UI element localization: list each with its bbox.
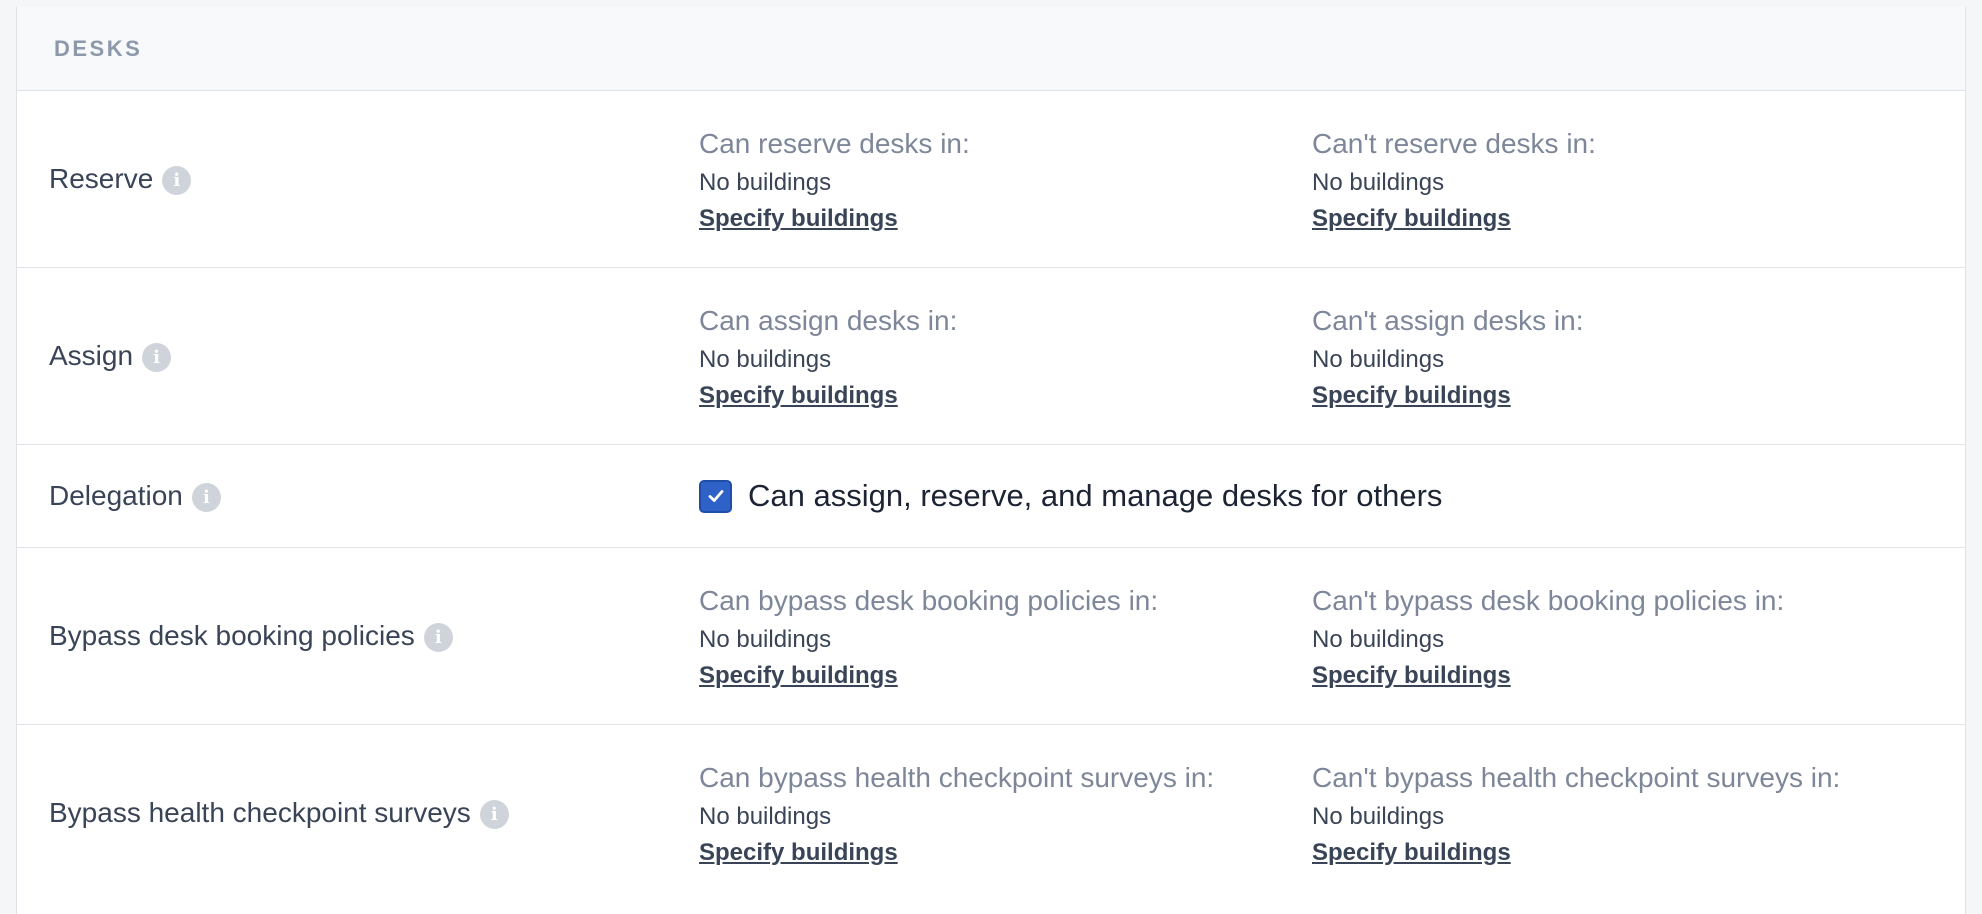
row-label-reserve: Reserve — [49, 163, 154, 194]
delegation-checkbox[interactable] — [699, 479, 732, 513]
cant-heading: Can't reserve desks in: — [1312, 128, 1596, 159]
cant-column: Can't bypass health checkpoint surveys i… — [1312, 761, 1840, 868]
info-icon[interactable]: i — [191, 483, 221, 512]
permission-row-assign: Assign i Can assign desks in: No buildin… — [17, 268, 1965, 445]
info-icon[interactable]: i — [479, 799, 509, 829]
can-heading: Can bypass desk booking policies in: — [699, 585, 1159, 616]
delegation-checkbox-control[interactable]: Can assign, reserve, and manage desks fo… — [699, 478, 1442, 514]
info-icon[interactable]: i — [142, 343, 172, 372]
permission-row-reserve: Reserve i Can reserve desks in: No build… — [17, 91, 1965, 268]
section-title: DESKS — [54, 35, 143, 61]
specify-buildings-link[interactable]: Specify buildings — [699, 381, 898, 411]
desks-permissions-panel: DESKS Reserve i Can reserve desks in: No… — [16, 7, 1966, 914]
specify-buildings-link[interactable]: Specify buildings — [1312, 381, 1511, 411]
row-label-container: Assign i — [49, 340, 172, 372]
specify-buildings-link[interactable]: Specify buildings — [699, 204, 898, 234]
specify-buildings-link[interactable]: Specify buildings — [1312, 204, 1511, 234]
specify-buildings-link[interactable]: Specify buildings — [1312, 838, 1511, 868]
cant-column: Can't reserve desks in: No buildings Spe… — [1312, 127, 1596, 234]
row-label-container: Delegation i — [49, 480, 221, 512]
can-value: No buildings — [699, 346, 832, 373]
can-column: Can bypass health checkpoint surveys in:… — [699, 761, 1214, 868]
cant-heading: Can't assign desks in: — [1312, 305, 1584, 336]
row-label-container: Reserve i — [49, 163, 192, 195]
row-label-assign: Assign — [49, 340, 134, 371]
can-column: Can bypass desk booking policies in: No … — [699, 584, 1158, 691]
section-header: DESKS — [17, 7, 1965, 91]
permission-row-bypass-health-checkpoint: Bypass health checkpoint surveys i Can b… — [17, 725, 1965, 900]
info-icon[interactable]: i — [423, 623, 453, 652]
can-value: No buildings — [699, 626, 832, 653]
cant-value: No buildings — [1312, 803, 1445, 830]
can-value: No buildings — [699, 803, 832, 830]
specify-buildings-link[interactable]: Specify buildings — [1312, 661, 1511, 691]
cant-heading: Can't bypass desk booking policies in: — [1312, 585, 1785, 616]
can-column: Can assign desks in: No buildings Specif… — [699, 304, 957, 411]
row-label-bypass-health-checkpoint: Bypass health checkpoint surveys — [49, 796, 471, 828]
can-heading: Can assign desks in: — [699, 305, 958, 336]
cant-heading: Can't bypass health checkpoint surveys i… — [1312, 762, 1841, 793]
can-value: No buildings — [699, 169, 832, 196]
cant-value: No buildings — [1312, 346, 1445, 373]
permission-row-delegation: Delegation i Can assign, reserve, and ma… — [17, 445, 1965, 548]
row-label-container: Bypass desk booking policies i — [49, 620, 453, 652]
specify-buildings-link[interactable]: Specify buildings — [699, 661, 898, 691]
row-label-bypass-desk-booking: Bypass desk booking policies — [49, 620, 415, 651]
cant-column: Can't assign desks in: No buildings Spec… — [1312, 304, 1583, 411]
info-icon[interactable]: i — [162, 166, 192, 195]
can-column: Can reserve desks in: No buildings Speci… — [699, 127, 970, 234]
permission-row-bypass-desk-booking: Bypass desk booking policies i Can bypas… — [17, 548, 1965, 725]
can-heading: Can reserve desks in: — [699, 128, 970, 159]
checkmark-icon — [708, 490, 723, 502]
cant-value: No buildings — [1312, 626, 1445, 653]
specify-buildings-link[interactable]: Specify buildings — [699, 838, 898, 868]
cant-value: No buildings — [1312, 169, 1445, 196]
cant-column: Can't bypass desk booking policies in: N… — [1312, 584, 1784, 691]
row-label-container: Bypass health checkpoint surveys i — [49, 797, 509, 829]
delegation-checkbox-label[interactable]: Can assign, reserve, and manage desks fo… — [748, 478, 1442, 514]
row-label-delegation: Delegation — [49, 480, 183, 511]
can-heading: Can bypass health checkpoint surveys in: — [699, 762, 1215, 793]
